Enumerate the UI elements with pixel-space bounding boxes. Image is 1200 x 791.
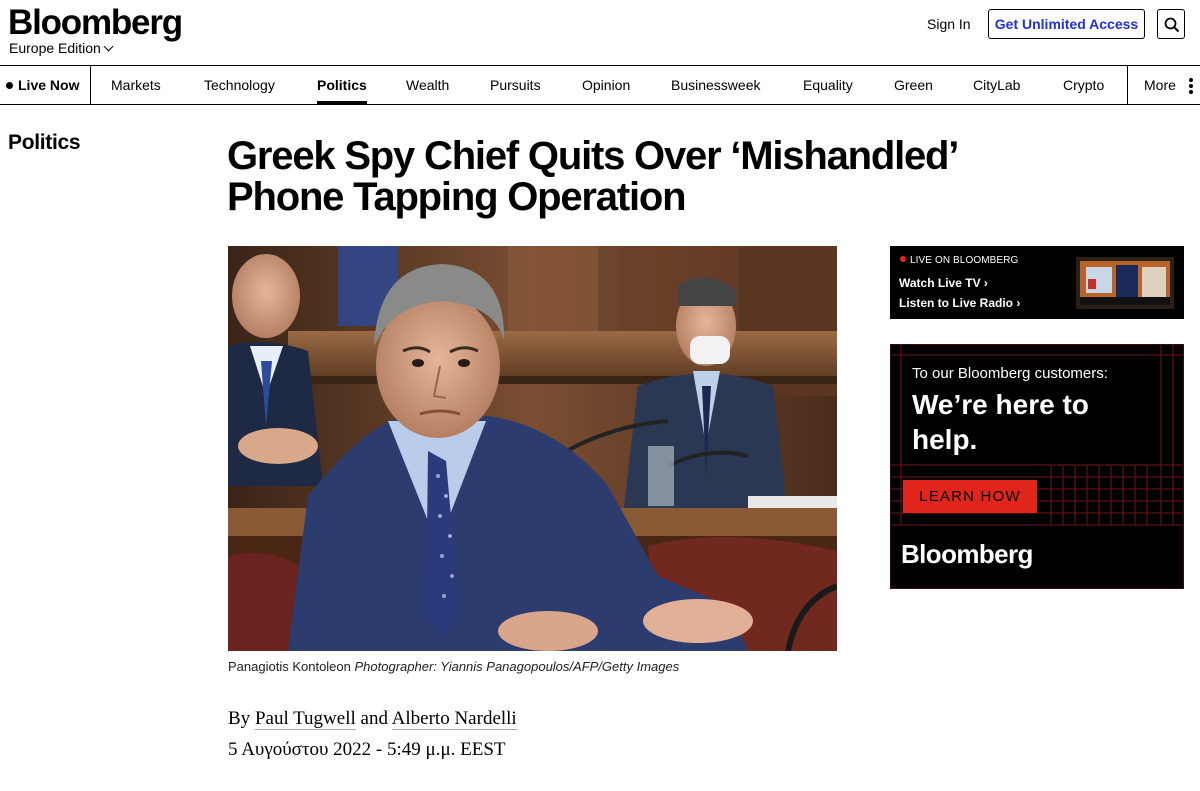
live-on-bloomberg-box: LIVE ON BLOOMBERG Watch Live TV › Listen… xyxy=(890,246,1184,319)
nav-item-citylab[interactable]: CityLab xyxy=(973,66,1020,104)
nav-item-equality[interactable]: Equality xyxy=(803,66,853,104)
search-button[interactable] xyxy=(1157,9,1185,39)
live-label-text: LIVE ON BLOOMBERG xyxy=(910,255,1019,266)
nav-item-crypto[interactable]: Crypto xyxy=(1063,66,1104,104)
nav-item-wealth[interactable]: Wealth xyxy=(406,66,449,104)
hero-image xyxy=(228,246,837,651)
search-icon xyxy=(1164,17,1180,33)
site-header: Bloomberg Europe Edition Sign In Get Unl… xyxy=(0,0,1200,65)
chevron-down-icon xyxy=(103,41,114,52)
ad-intro-text: To our Bloomberg customers: xyxy=(912,365,1108,382)
photo-credit: Photographer: Yiannis Panagopoulos/AFP/G… xyxy=(354,659,680,674)
more-menu-button[interactable]: More xyxy=(1127,66,1200,104)
ad-headline: We’re here to help. xyxy=(912,389,1089,455)
nav-item-opinion[interactable]: Opinion xyxy=(582,66,630,104)
edition-selector[interactable]: Europe Edition xyxy=(9,40,114,56)
listen-live-radio-label: Listen to Live Radio xyxy=(899,296,1014,310)
live-label: LIVE ON BLOOMBERG xyxy=(900,255,1018,266)
sign-in-link[interactable]: Sign In xyxy=(927,15,971,33)
nav-item-green[interactable]: Green xyxy=(894,66,933,104)
nav-item-markets[interactable]: Markets xyxy=(111,66,161,104)
watch-live-tv-label: Watch Live TV xyxy=(899,276,981,290)
author-link-1[interactable]: Paul Tugwell xyxy=(254,708,356,730)
edition-label: Europe Edition xyxy=(9,40,101,56)
chevron-right-icon: › xyxy=(1016,296,1021,310)
ad-brand-logo: Bloomberg xyxy=(901,539,1033,569)
live-now-link[interactable]: Live Now xyxy=(0,66,91,104)
byline: By Paul Tugwell and Alberto Nardelli xyxy=(228,708,517,730)
byline-prefix: By xyxy=(228,708,251,729)
image-caption: Panagiotis Kontoleon Photographer: Yiann… xyxy=(228,659,679,674)
vertical-dots-icon xyxy=(1189,78,1193,94)
article-headline: Greek Spy Chief Quits Over ‘Mishandled’ … xyxy=(227,134,957,219)
watch-live-tv-link[interactable]: Watch Live TV › xyxy=(899,276,988,290)
author-link-2[interactable]: Alberto Nardelli xyxy=(391,708,517,730)
live-red-dot-icon xyxy=(900,256,906,262)
chevron-right-icon: › xyxy=(983,276,988,290)
bloomberg-logo[interactable]: Bloomberg xyxy=(8,4,183,42)
live-now-label: Live Now xyxy=(18,77,80,93)
section-label[interactable]: Politics xyxy=(8,131,81,155)
nav-item-technology[interactable]: Technology xyxy=(204,66,275,104)
byline-and: and xyxy=(360,708,388,729)
learn-how-button[interactable]: LEARN HOW xyxy=(903,480,1037,513)
more-label: More xyxy=(1144,77,1176,93)
nav-item-pursuits[interactable]: Pursuits xyxy=(490,66,541,104)
live-tv-thumbnail[interactable] xyxy=(1076,257,1174,309)
bloomberg-customer-ad[interactable]: To our Bloomberg customers: We’re here t… xyxy=(890,344,1184,589)
main-navigation: Live Now Markets Technology Politics Wea… xyxy=(0,65,1200,105)
live-dot-icon xyxy=(6,82,13,89)
get-unlimited-access-button[interactable]: Get Unlimited Access xyxy=(988,9,1145,39)
listen-live-radio-link[interactable]: Listen to Live Radio › xyxy=(899,296,1020,310)
caption-name: Panagiotis Kontoleon xyxy=(228,659,351,674)
publish-date: 5 Αυγούστου 2022 - 5:49 μ.μ. EEST xyxy=(228,739,506,760)
nav-item-businessweek[interactable]: Businessweek xyxy=(671,66,761,104)
nav-item-politics[interactable]: Politics xyxy=(317,66,367,104)
